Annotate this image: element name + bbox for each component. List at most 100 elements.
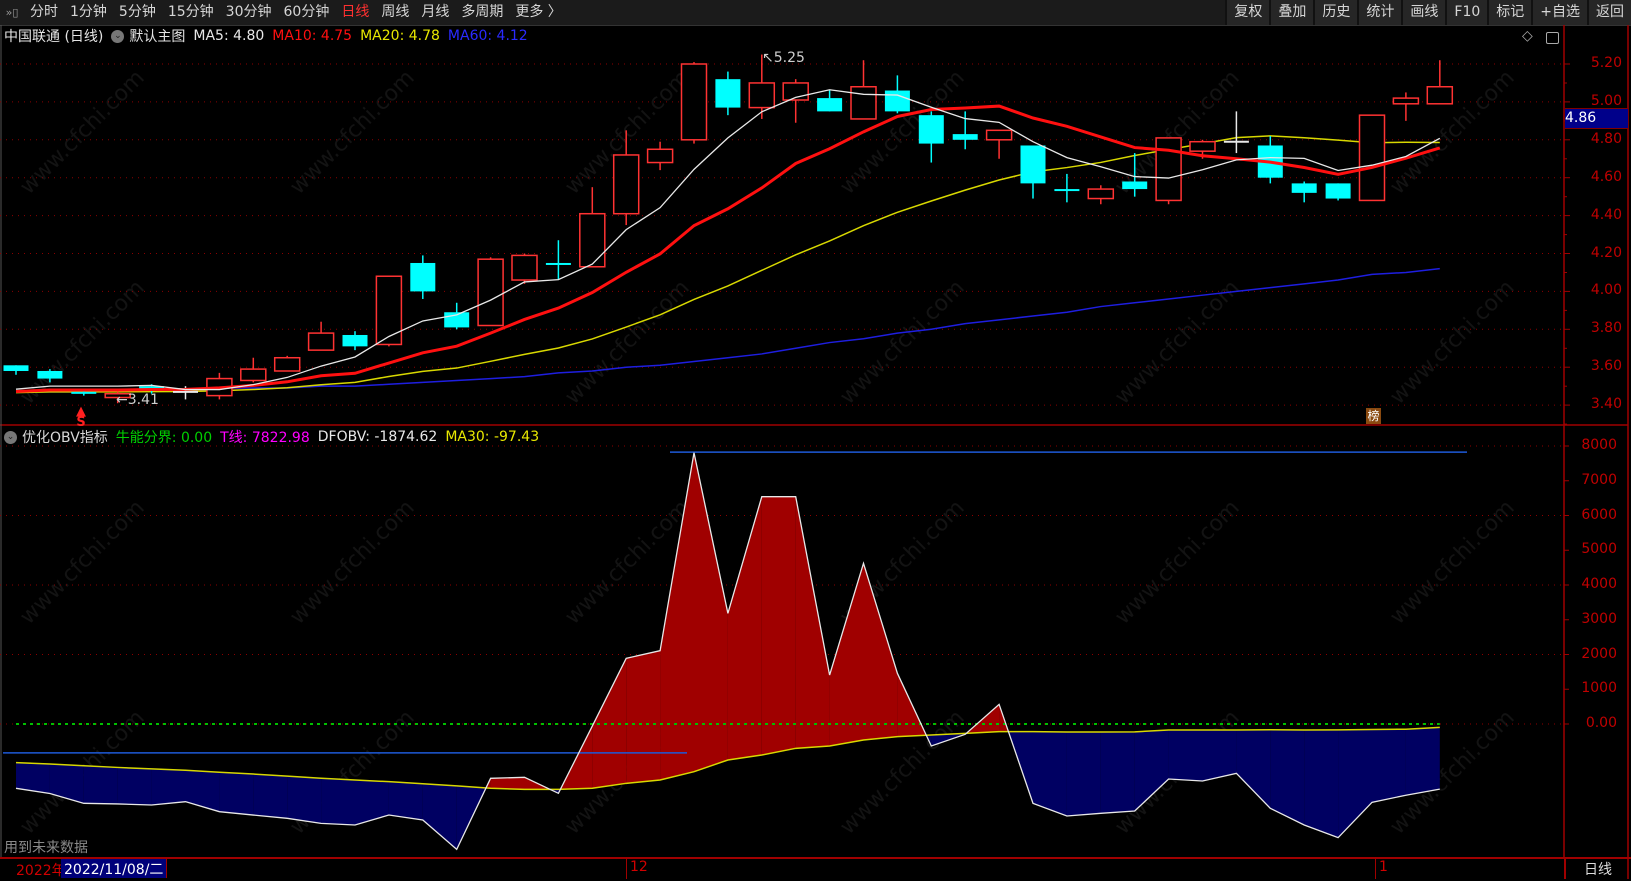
chart-canvas[interactable] bbox=[0, 0, 1631, 879]
obv-axis-label: 1000 bbox=[1581, 680, 1617, 697]
obv-axis-label: 6000 bbox=[1581, 506, 1617, 523]
ma10-line bbox=[15, 104, 1441, 393]
obv-fill-segment bbox=[219, 772, 254, 816]
candle-body-down bbox=[884, 90, 910, 112]
candle-body-down bbox=[715, 79, 741, 108]
obv-axis-label: 4000 bbox=[1581, 576, 1617, 592]
candle-body-up bbox=[612, 154, 640, 215]
cursor-date: 2022/11/08/二 bbox=[61, 859, 168, 878]
obv-fill-segment bbox=[185, 770, 220, 812]
candle-body-down bbox=[918, 115, 944, 144]
obv-fill-segment bbox=[1304, 729, 1339, 838]
signal-marker[interactable]: ▲ S bbox=[76, 405, 86, 430]
obv-fill-segment bbox=[626, 650, 661, 784]
obv-axis-label: 7000 bbox=[1581, 471, 1617, 488]
ma60-line bbox=[16, 267, 1440, 393]
ranking-badge-label: 榜 bbox=[1367, 409, 1380, 423]
obv-fill-segment bbox=[287, 776, 322, 824]
candle-body-up bbox=[477, 258, 504, 327]
candle-body-up bbox=[307, 332, 335, 351]
obv-fill-segment bbox=[1100, 731, 1135, 814]
candle-body-up bbox=[1426, 85, 1454, 105]
price-axis-label: 4.20 bbox=[1590, 244, 1622, 261]
price-axis-label: 5.20 bbox=[1590, 55, 1622, 71]
obv-fill-segment bbox=[1033, 731, 1067, 816]
candle-body-down bbox=[817, 98, 843, 112]
low-price-value: 3.41 bbox=[127, 392, 159, 408]
candle-body-down bbox=[71, 391, 97, 394]
price-axis-label: 3.60 bbox=[1590, 358, 1622, 375]
candle-body-down bbox=[1020, 145, 1046, 184]
candle-body-up bbox=[511, 254, 538, 281]
period-label: 日线 bbox=[1564, 859, 1630, 879]
signal-marker-label: S bbox=[76, 415, 86, 430]
obv-fill-segment bbox=[795, 496, 830, 749]
obv-axis-label: 8000 bbox=[1581, 437, 1617, 453]
candle-body-down bbox=[1122, 181, 1148, 190]
high-price-marker: ↖5.25 bbox=[762, 50, 805, 66]
obv-fill-segment bbox=[1134, 730, 1169, 812]
obv-fill-segment bbox=[1202, 730, 1237, 781]
candle-body-up bbox=[1358, 114, 1386, 202]
price-axis-label: 5.00 bbox=[1590, 92, 1622, 109]
obv-fill-segment bbox=[1066, 731, 1101, 816]
month-label-12: 12 bbox=[626, 859, 648, 879]
obv-fill-segment bbox=[83, 765, 118, 804]
obv-fill-segment bbox=[355, 779, 389, 825]
candle-body-up bbox=[375, 275, 403, 346]
candle-body-up bbox=[850, 85, 877, 120]
obv-fill-segment bbox=[1236, 729, 1271, 809]
low-price-marker: ←3.41 bbox=[116, 392, 159, 408]
obv-axis-label: 0.00 bbox=[1585, 715, 1617, 731]
candle-body-up bbox=[1087, 188, 1115, 200]
obv-fill-segment bbox=[1338, 729, 1372, 838]
candle-body-up bbox=[985, 129, 1013, 141]
candle-body-down bbox=[1054, 189, 1080, 192]
obv-axis-label: 3000 bbox=[1581, 610, 1617, 627]
current-price-value: 4.86 bbox=[1565, 110, 1597, 126]
ranking-badge[interactable]: 榜 bbox=[1366, 408, 1381, 424]
ma20-line bbox=[15, 135, 1440, 394]
obv-fill-segment bbox=[422, 783, 457, 850]
price-axis-label: 3.40 bbox=[1590, 396, 1622, 413]
high-price-value: 5.25 bbox=[773, 50, 805, 66]
obv-fill-segment bbox=[1168, 730, 1203, 781]
obv-fill-segment bbox=[117, 767, 152, 806]
candle-body-down bbox=[545, 262, 571, 265]
candle-body-up bbox=[1392, 97, 1420, 105]
candle-body-down bbox=[3, 365, 29, 371]
month-label-1: 1 bbox=[1375, 859, 1388, 879]
obv-fill-segment bbox=[863, 563, 898, 740]
obv-fill-segment bbox=[761, 496, 796, 755]
candle-body-down bbox=[410, 262, 436, 292]
obv-fill-segment bbox=[151, 768, 186, 806]
price-axis-label: 4.80 bbox=[1590, 130, 1622, 147]
candle-body-down bbox=[1291, 183, 1317, 193]
obv-fill-segment bbox=[253, 774, 288, 819]
obv-fill-segment bbox=[49, 763, 84, 804]
candle-body-up bbox=[579, 212, 606, 268]
candle-body-up bbox=[1155, 137, 1182, 202]
obv-fill-segment bbox=[727, 496, 762, 761]
obv-fill-segment bbox=[1372, 729, 1406, 803]
price-axis-label: 3.80 bbox=[1590, 320, 1622, 337]
candle-body-down bbox=[37, 370, 63, 379]
candle-body-down bbox=[952, 134, 978, 140]
year-label: 2022年 bbox=[16, 863, 66, 879]
price-axis-label: 4.40 bbox=[1590, 206, 1622, 223]
price-axis-label: 4.60 bbox=[1590, 168, 1622, 185]
date-axis-bar: 2022年 2022/11/08/二 12 1 日线 bbox=[0, 857, 1631, 881]
obv-fill-segment bbox=[1405, 727, 1440, 796]
candle-body-up bbox=[646, 148, 674, 164]
obv-fill-segment bbox=[321, 778, 355, 825]
candle-body-up bbox=[748, 82, 776, 109]
candle-body-up bbox=[240, 368, 267, 382]
ma5-line bbox=[15, 89, 1441, 391]
candle-body-up bbox=[680, 63, 708, 141]
obv-fill-segment bbox=[490, 777, 525, 790]
current-price-label: 4.86 bbox=[1565, 108, 1628, 129]
future-data-warning: 用到未来数据 bbox=[4, 840, 88, 856]
obv-axis-label: 2000 bbox=[1581, 645, 1617, 662]
price-axis-label: 4.00 bbox=[1590, 282, 1622, 299]
obv-fill-segment bbox=[660, 452, 694, 780]
